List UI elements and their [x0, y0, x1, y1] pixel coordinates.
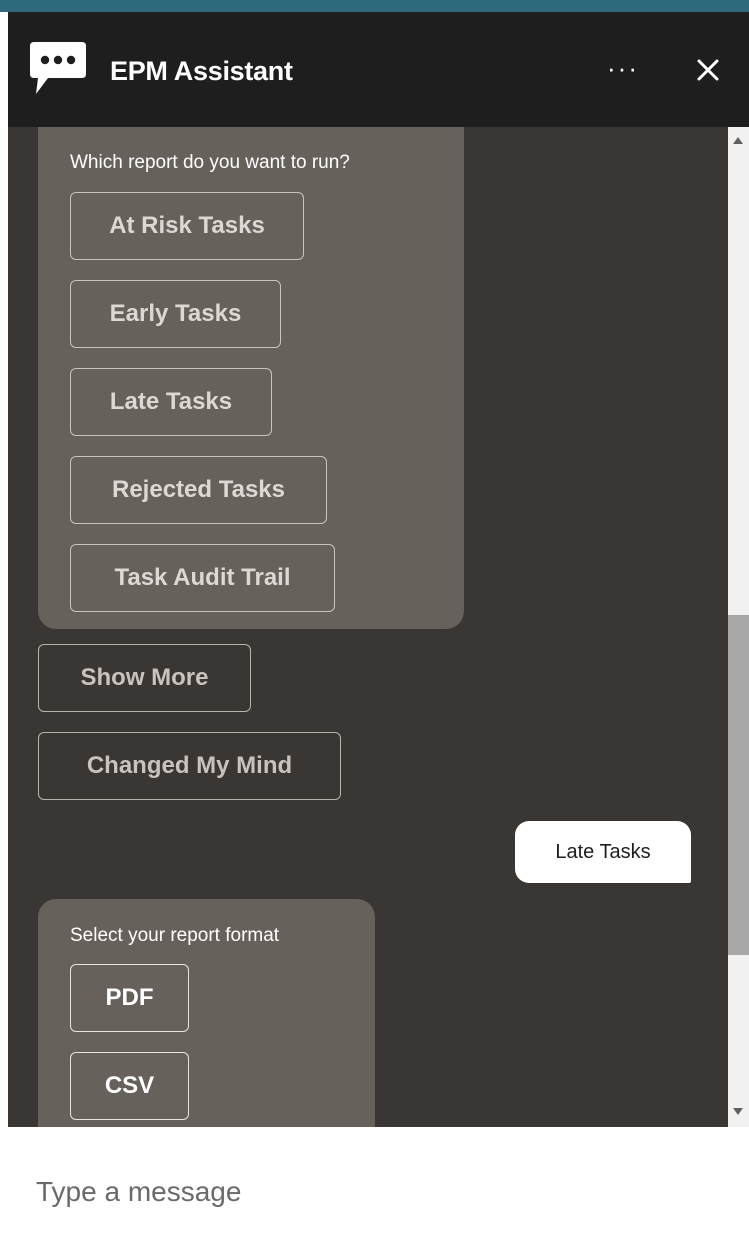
- option-csv[interactable]: CSV: [70, 1052, 189, 1120]
- more-horizontal-icon: ···: [607, 53, 639, 83]
- changed-my-mind-button[interactable]: Changed My Mind: [38, 732, 341, 800]
- message-input[interactable]: [36, 1167, 696, 1217]
- option-task-audit-trail[interactable]: Task Audit Trail: [70, 544, 335, 612]
- assistant-title: EPM Assistant: [110, 56, 293, 86]
- chat-scrollbar[interactable]: [728, 127, 749, 1127]
- bot-message-format-prompt: Select your report format PDF CSV: [38, 899, 375, 1127]
- report-prompt-text: Which report do you want to run?: [70, 152, 350, 173]
- user-message: Late Tasks: [515, 821, 691, 883]
- close-button[interactable]: [688, 48, 728, 92]
- option-pdf[interactable]: PDF: [70, 964, 189, 1032]
- option-early-tasks[interactable]: Early Tasks: [70, 280, 281, 348]
- chat-messages[interactable]: Which report do you want to run? At Risk…: [8, 127, 728, 1127]
- chat-bubble-icon: [30, 42, 86, 94]
- scroll-down-arrow-icon[interactable]: [733, 1108, 743, 1115]
- bot-message-report-prompt: Which report do you want to run? At Risk…: [38, 127, 464, 629]
- format-prompt-text: Select your report format: [70, 925, 280, 946]
- scrollbar-thumb[interactable]: [728, 615, 749, 955]
- option-late-tasks[interactable]: Late Tasks: [70, 368, 272, 436]
- option-rejected-tasks[interactable]: Rejected Tasks: [70, 456, 327, 524]
- chat-header: EPM Assistant ···: [8, 12, 749, 127]
- option-at-risk-tasks[interactable]: At Risk Tasks: [70, 192, 304, 260]
- close-icon: [697, 59, 719, 81]
- window-top-strip: [0, 0, 749, 12]
- show-more-button[interactable]: Show More: [38, 644, 251, 712]
- chat-window: EPM Assistant ··· Which report do you wa…: [8, 12, 749, 1254]
- more-options-button[interactable]: ···: [598, 48, 648, 92]
- message-composer: [8, 1127, 749, 1254]
- scroll-up-arrow-icon[interactable]: [733, 137, 743, 144]
